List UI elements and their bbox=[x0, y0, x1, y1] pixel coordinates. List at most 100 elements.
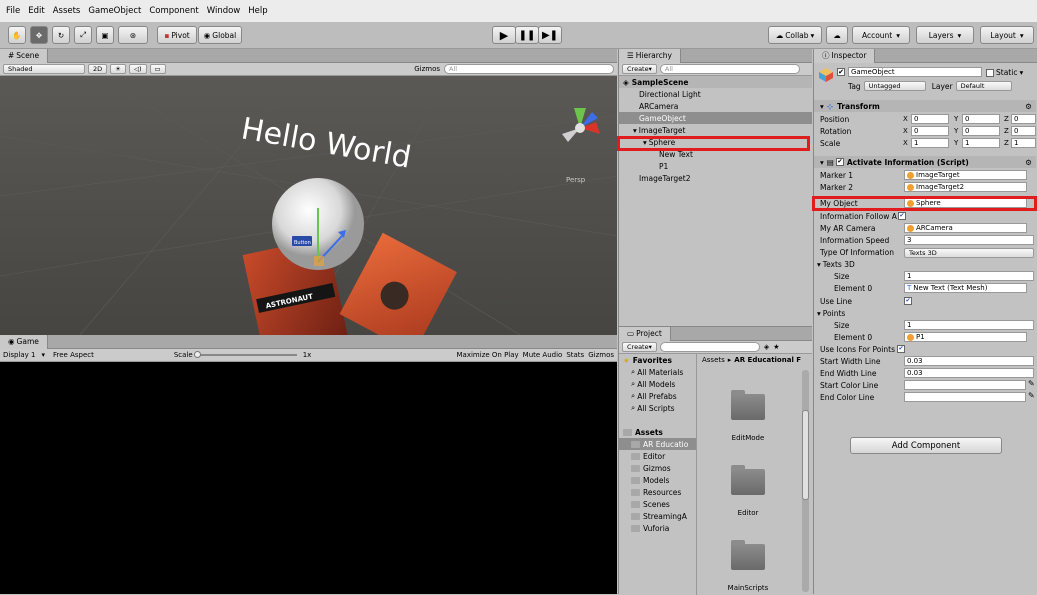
asset-folder-item[interactable]: Vuforia bbox=[619, 522, 696, 534]
static-toggle[interactable]: Static ▾ bbox=[986, 68, 1023, 77]
follow-checkbox[interactable]: ✔ bbox=[897, 212, 906, 220]
scale-tool-icon[interactable]: ⤢ bbox=[74, 26, 92, 44]
points-size-field[interactable]: 1 bbox=[904, 320, 1034, 330]
lighting-icon[interactable]: ☀ bbox=[110, 64, 126, 74]
tab-hierarchy[interactable]: ☰ Hierarchy bbox=[619, 48, 681, 63]
layout-button[interactable]: Layout ▾ bbox=[980, 26, 1034, 44]
asset-folder-item[interactable]: Editor bbox=[619, 450, 696, 462]
menu-file[interactable]: File bbox=[6, 6, 20, 16]
startwidth-field[interactable]: 0.03 bbox=[904, 356, 1034, 366]
step-button[interactable]: ▶❚ bbox=[538, 26, 562, 44]
audio-icon[interactable]: ◁) bbox=[128, 64, 147, 74]
shading-mode-dropdown[interactable]: Shaded bbox=[3, 64, 85, 74]
scale-slider[interactable] bbox=[193, 351, 297, 358]
tab-project[interactable]: ▭ Project bbox=[619, 326, 671, 341]
favorites-item[interactable]: ⌕ All Models bbox=[619, 378, 696, 390]
services-cloud-icon[interactable]: ☁ bbox=[826, 26, 848, 44]
asset-folder-item[interactable]: Models bbox=[619, 474, 696, 486]
rotation-y-field[interactable]: 0 bbox=[962, 126, 1000, 136]
texts-element0-field[interactable]: T New Text (Text Mesh) bbox=[904, 283, 1027, 293]
rotate-tool-icon[interactable]: ↻ bbox=[52, 26, 70, 44]
position-x-field[interactable]: 0 bbox=[911, 114, 949, 124]
effects-icon[interactable]: ▭ bbox=[149, 64, 166, 74]
hierarchy-item-gameobject[interactable]: GameObject bbox=[619, 112, 812, 124]
hierarchy-create-button[interactable]: Create ▾ bbox=[622, 64, 657, 74]
menu-component[interactable]: Component bbox=[149, 6, 198, 16]
points-header[interactable]: ▾ Points bbox=[814, 307, 1036, 319]
position-z-field[interactable]: 0 bbox=[1011, 114, 1036, 124]
tab-game[interactable]: ◉ Game bbox=[0, 334, 48, 349]
rect-tool-icon[interactable]: ▣ bbox=[96, 26, 114, 44]
asset-folder-item[interactable]: Resources bbox=[619, 486, 696, 498]
static-checkbox[interactable] bbox=[986, 68, 994, 77]
global-button[interactable]: ◉ Global bbox=[198, 26, 242, 44]
move-gizmo-center[interactable] bbox=[314, 256, 324, 266]
asset-folder-item[interactable]: StreamingA bbox=[619, 510, 696, 522]
project-scrollbar[interactable] bbox=[802, 370, 809, 592]
display-dropdown[interactable]: Display 1 bbox=[3, 351, 35, 359]
eyedropper-icon[interactable]: ✎ bbox=[1028, 391, 1035, 400]
collab-button[interactable]: ☁ Collab ▾ bbox=[768, 26, 822, 44]
folder-tile[interactable]: EditMode bbox=[708, 390, 788, 442]
slider-handle[interactable] bbox=[193, 351, 201, 358]
hierarchy-item-new-text[interactable]: New Text bbox=[619, 148, 812, 160]
rotation-x-field[interactable]: 0 bbox=[911, 126, 949, 136]
pivot-button[interactable]: ▪ Pivot bbox=[157, 26, 197, 44]
menu-edit[interactable]: Edit bbox=[28, 6, 44, 16]
position-y-field[interactable]: 0 bbox=[962, 114, 1000, 124]
asset-folder-item[interactable]: Scenes bbox=[619, 498, 696, 510]
camera-field[interactable]: ARCamera bbox=[904, 223, 1027, 233]
hierarchy-item-arcamera[interactable]: ARCamera bbox=[619, 100, 812, 112]
assets-header[interactable]: Assets bbox=[619, 426, 696, 438]
folder-tile[interactable]: Editor bbox=[708, 465, 788, 517]
endcolor-field[interactable] bbox=[904, 392, 1026, 402]
transform-tool-icon[interactable]: ⊛ bbox=[118, 26, 148, 44]
script-enabled-checkbox[interactable]: ✔ bbox=[835, 158, 844, 166]
play-button[interactable]: ▶ bbox=[492, 26, 516, 44]
tag-dropdown[interactable]: Untagged bbox=[863, 81, 926, 91]
add-component-button[interactable]: Add Component bbox=[850, 437, 1002, 454]
account-button[interactable]: Account ▾ bbox=[852, 26, 910, 44]
hierarchy-item-directional-light[interactable]: Directional Light bbox=[619, 88, 812, 100]
project-create-button[interactable]: Create ▾ bbox=[622, 342, 657, 352]
game-gizmos-dropdown[interactable]: Gizmos bbox=[588, 351, 614, 359]
menu-assets[interactable]: Assets bbox=[53, 6, 81, 16]
star-icon[interactable]: ★ bbox=[773, 343, 779, 351]
hierarchy-item-imagetarget[interactable]: ▾ ImageTarget bbox=[619, 124, 812, 136]
stats-toggle[interactable]: Stats bbox=[566, 351, 584, 359]
folder-tile[interactable]: MainScripts bbox=[708, 540, 788, 592]
settings-gear-icon[interactable]: ⚙ bbox=[1025, 102, 1032, 111]
scene-root-row[interactable]: ◈ SampleScene bbox=[619, 76, 812, 88]
texts-size-field[interactable]: 1 bbox=[904, 271, 1034, 281]
scene-search-input[interactable]: All bbox=[444, 64, 614, 74]
scale-x-field[interactable]: 1 bbox=[911, 138, 949, 148]
mute-audio-toggle[interactable]: Mute Audio bbox=[523, 351, 563, 359]
persp-label[interactable]: Persp bbox=[566, 176, 586, 184]
tab-scene[interactable]: # Scene bbox=[0, 48, 49, 63]
scale-y-field[interactable]: 1 bbox=[962, 138, 1000, 148]
hierarchy-item-p1[interactable]: P1 bbox=[619, 160, 812, 172]
favorites-item[interactable]: ⌕ All Scripts bbox=[619, 402, 696, 414]
marker1-field[interactable]: ImageTarget bbox=[904, 170, 1027, 180]
marker2-field[interactable]: ImageTarget2 bbox=[904, 182, 1027, 192]
scale-z-field[interactable]: 1 bbox=[1011, 138, 1036, 148]
endwidth-field[interactable]: 0.03 bbox=[904, 368, 1034, 378]
gameobject-name-field[interactable]: GameObject bbox=[848, 67, 982, 77]
settings-gear-icon[interactable]: ⚙ bbox=[1025, 158, 1032, 167]
favorites-item[interactable]: ⌕ All Materials bbox=[619, 366, 696, 378]
scrollbar-thumb[interactable] bbox=[802, 410, 809, 500]
useline-checkbox[interactable]: ✔ bbox=[904, 297, 912, 305]
pause-button[interactable]: ❚❚ bbox=[515, 26, 539, 44]
startcolor-field[interactable] bbox=[904, 380, 1026, 390]
2d-toggle[interactable]: 2D bbox=[88, 64, 108, 74]
rotation-z-field[interactable]: 0 bbox=[1011, 126, 1036, 136]
maximize-on-play-toggle[interactable]: Maximize On Play bbox=[457, 351, 519, 359]
points-element0-field[interactable]: P1 bbox=[904, 332, 1027, 342]
asset-folder-item[interactable]: Gizmos bbox=[619, 462, 696, 474]
asset-folder-item[interactable]: AR Educatio bbox=[619, 438, 696, 450]
scene-viewport[interactable]: Hello World ASTRONAUT Button Persp bbox=[0, 76, 617, 335]
favorites-item[interactable]: ⌕ All Prefabs bbox=[619, 390, 696, 402]
myobject-field[interactable]: Sphere bbox=[904, 198, 1027, 208]
useicons-checkbox[interactable]: ✔ bbox=[897, 345, 905, 353]
layer-dropdown[interactable]: Default bbox=[955, 81, 1012, 91]
